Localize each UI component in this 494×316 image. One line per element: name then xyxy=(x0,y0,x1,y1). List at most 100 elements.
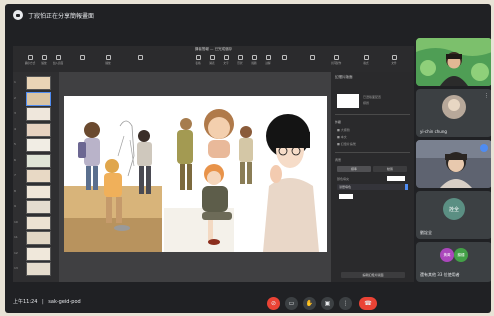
avatar: 錦鍾 xyxy=(454,248,468,262)
toolbar-button[interactable] xyxy=(133,55,147,69)
slide-thumbnail[interactable]: 3 xyxy=(14,107,56,121)
toolbar-button[interactable]: 格式 xyxy=(359,55,373,69)
slide-thumbnail-image xyxy=(26,122,51,137)
slide-number: 2 xyxy=(14,95,16,100)
toolbar-button[interactable]: 顯示方式 xyxy=(23,55,37,69)
hangup-icon[interactable]: ☎ xyxy=(359,297,377,310)
participant-tile-presenter[interactable] xyxy=(416,38,491,86)
slide-thumbnail-image xyxy=(26,169,51,183)
participant-tile[interactable] xyxy=(416,140,491,188)
fill-label: 顏色填充 xyxy=(337,177,350,181)
edit-layout-button[interactable]: 編輯幻燈片版面 xyxy=(341,272,405,278)
slide-number: 13 xyxy=(14,266,18,270)
slide-thumbnail[interactable]: 10 xyxy=(14,215,56,230)
toolbar-button[interactable]: 播放 xyxy=(101,55,115,69)
toolbar-button[interactable] xyxy=(305,55,319,69)
slide-thumbnail[interactable]: 6 xyxy=(14,153,56,168)
toolbar-button[interactable] xyxy=(277,55,291,69)
toolbar-button[interactable]: 縮放 xyxy=(37,55,51,69)
others-count: 還有其他 33 位使用者 xyxy=(420,272,460,277)
fill-select[interactable]: 漸層填色 xyxy=(337,184,407,190)
slide-thumbnail-image xyxy=(26,184,51,199)
toolbar-icon xyxy=(363,55,369,60)
option-title[interactable]: ■ 大標題 xyxy=(337,128,350,132)
slide-thumbnail-image xyxy=(26,200,51,214)
slide-illustration xyxy=(64,96,327,252)
option-slide-number[interactable]: ■ 幻燈片編號 xyxy=(337,142,356,146)
slide-thumbnail[interactable]: 11 xyxy=(14,231,56,245)
layout-preview[interactable] xyxy=(337,94,359,108)
toolbar-label: 形狀 xyxy=(237,62,243,65)
slide-thumbnail-image xyxy=(26,215,51,230)
slide-number: 8 xyxy=(14,188,16,193)
slide-thumbnail[interactable]: 5 xyxy=(14,138,56,152)
avatar: 詮全 xyxy=(443,198,465,220)
segment-standard[interactable]: 標準 xyxy=(337,166,371,172)
background-heading: 背景 xyxy=(335,158,342,162)
toolbar-button[interactable]: 表格 xyxy=(191,55,205,69)
toolbar-label: 媒體 xyxy=(251,62,257,65)
toolbar-button[interactable]: 媒體 xyxy=(247,55,261,69)
slide-number: 10 xyxy=(14,219,18,224)
present-icon[interactable]: ▣ xyxy=(321,297,334,310)
divider xyxy=(335,114,410,115)
fill-swatch[interactable] xyxy=(387,176,405,181)
toolbar-label: 共同製作 xyxy=(330,62,342,65)
slide-thumbnail-image xyxy=(26,262,51,276)
toolbar-icon xyxy=(195,55,201,60)
slide-canvas-area xyxy=(59,72,331,282)
slide-thumbnail[interactable]: 8 xyxy=(14,184,56,199)
toolbar-label: 圖表 xyxy=(209,62,215,65)
toolbar-button[interactable]: 註解 xyxy=(261,55,275,69)
speaking-indicator-icon xyxy=(480,144,488,152)
format-panel: 幻燈片版面 已選版面配置 標題 外觀 ■ 大標題 ■ 本文 ■ 幻燈片編號 背景… xyxy=(331,72,414,282)
others-tile[interactable]: 黃萬 錦鍾 還有其他 33 位使用者 xyxy=(416,242,491,282)
toolbar-icon xyxy=(265,55,271,60)
toolbar-button[interactable]: 共同製作 xyxy=(329,55,343,69)
toolbar-button[interactable]: 形狀 xyxy=(233,55,247,69)
banner-title: 丁寂怕正在分享簡報畫面 xyxy=(28,12,95,20)
toolbar-icon xyxy=(223,55,229,60)
toolbar-icon xyxy=(391,55,397,60)
toolbar-icon xyxy=(333,55,339,60)
slide-thumbnail[interactable]: 9 xyxy=(14,200,56,214)
participant-tile[interactable]: ⋮ yi-chin chung xyxy=(416,89,491,137)
toolbar-button[interactable]: 加入頁面 xyxy=(51,55,65,69)
participant-tile[interactable]: 詮全 劉詮全 xyxy=(416,191,491,239)
slide-thumbnail[interactable]: 12 xyxy=(14,246,56,261)
slide-thumbnail-image xyxy=(26,107,51,121)
option-body[interactable]: ■ 本文 xyxy=(337,135,347,139)
slide-number: 3 xyxy=(14,111,16,115)
more-options-icon[interactable]: ⋮ xyxy=(484,94,489,99)
toolbar-button[interactable]: 文件 xyxy=(387,55,401,69)
toolbar-icon xyxy=(79,55,85,60)
toolbar-label: 縮放 xyxy=(41,62,47,65)
mic-off-icon[interactable]: ⊘ xyxy=(267,297,280,310)
slide-thumbnail[interactable]: 1 xyxy=(14,76,56,90)
clock: 上午11:24 xyxy=(13,299,38,305)
layout-sub: 標題 xyxy=(363,101,370,105)
more-icon[interactable]: ⋮ xyxy=(339,297,352,310)
slide-thumbnail-list[interactable]: 1 2 3 4 5 6 7 8 9 10 11 12 13 xyxy=(13,72,59,282)
color-swatch[interactable] xyxy=(339,194,353,199)
slide-number: 6 xyxy=(14,157,16,162)
camera-icon[interactable]: ▭ xyxy=(285,297,298,310)
document-title: 講者簡報 — 已完成儲存 xyxy=(194,47,233,51)
slide-thumbnail[interactable]: 7 xyxy=(14,169,56,183)
segment-dynamic[interactable]: 動態 xyxy=(373,166,407,172)
toolbar-button[interactable]: 文字 xyxy=(219,55,233,69)
toolbar-icon xyxy=(105,55,111,60)
panel-tab[interactable]: 幻燈片版面 xyxy=(335,75,353,80)
avatar: 黃萬 xyxy=(440,248,454,262)
hand-icon[interactable]: ✋ xyxy=(303,297,316,310)
slide-thumbnail[interactable]: 13 xyxy=(14,262,56,276)
meet-window: 丁寂怕正在分享簡報畫面 講者簡報 — 已完成儲存 顯示方式 縮放 加入頁面 播放 表格 圖… xyxy=(5,4,491,313)
toolbar-button[interactable] xyxy=(75,55,89,69)
slide-thumbnail[interactable]: 4 xyxy=(14,122,56,137)
slide-number: 4 xyxy=(14,126,16,131)
slide-thumbnail-image xyxy=(26,153,51,168)
toolbar-button[interactable]: 圖表 xyxy=(205,55,219,69)
slide-thumbnail[interactable]: 2 xyxy=(14,91,56,106)
meeting-info: 上午11:24 | sak-geid-pod xyxy=(13,298,81,305)
slide-thumbnail-image xyxy=(26,76,51,90)
